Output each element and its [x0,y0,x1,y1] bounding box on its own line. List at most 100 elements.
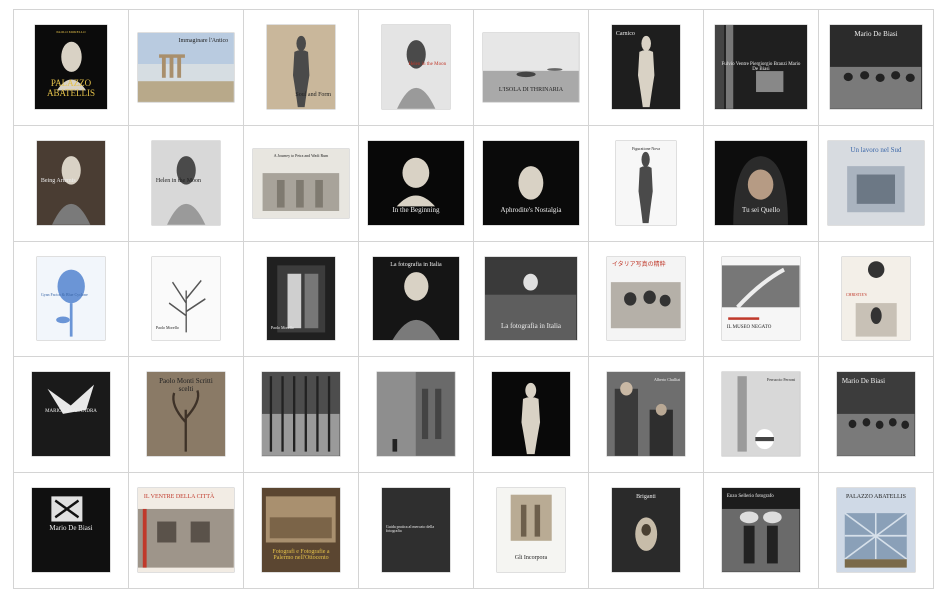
book-cover[interactable]: Mario De Biasi [32,488,110,572]
book-cover[interactable]: In the Beginning [368,140,464,225]
book-cell-b23[interactable]: IL MUSEO NEGATO [704,241,819,358]
book-cell-b02[interactable]: Immaginare l'Antico [129,10,244,126]
book-cover[interactable]: Soul and Form [266,24,336,109]
book-cell-b26[interactable]: Paolo Monti Scritti scelti [129,357,244,474]
book-cell-b19[interactable]: Paolo Morello [244,241,359,358]
book-title: Carnico [615,30,635,37]
book-cover[interactable]: Briganti [611,488,681,572]
book-cell-b38[interactable]: Briganti [589,473,704,589]
rock-temple-icon [253,149,349,218]
book-cover[interactable]: Enzo Sellerio fotografo [722,488,800,572]
book-cell-b33[interactable]: Mario De Biasi [14,473,129,589]
book-title: Gyan Factor & Blue Cyclone [40,292,88,298]
book-cell-b40[interactable]: PALAZZO ABATELLIS [819,473,934,589]
book-cell-b06[interactable]: Carnico [589,10,704,126]
book-cell-b10[interactable]: Helen in the Moon [129,125,244,242]
forest-reflection-icon [262,372,340,457]
book-cell-b04[interactable]: Helen in the Moon [359,10,474,126]
book-cell-b01[interactable]: PAOLO MORELLO PALAZZO ABATELLIS [14,10,129,126]
book-cell-b20[interactable]: La fotografia in Italia [359,241,474,358]
book-cover[interactable]: Mario De Biasi [837,372,915,457]
book-cover[interactable]: イタリア写真の精粋 [607,256,685,341]
book-cell-b13[interactable]: Aphrodite's Nostalgia [474,125,589,242]
book-title: Figuratione Nova [631,145,661,151]
oval-portrait-icon [612,488,680,572]
book-cell-b17[interactable]: Gyan Factor & Blue Cyclone [14,241,129,358]
book-cover[interactable]: Figuratione Nova [616,140,676,225]
book-cover[interactable]: Ferruccio Ferroni [722,372,800,457]
book-cell-b22[interactable]: イタリア写真の精粋 [589,241,704,358]
book-cover[interactable]: La fotografia in Italia [485,256,577,341]
book-cell-b36[interactable]: Guida pratica al mercato della fotografi… [359,473,474,589]
book-cell-b07[interactable]: Fulvio Ventre Piergiorgio Branzi Mario D… [704,10,819,126]
book-cover[interactable] [377,372,455,457]
child-portrait-icon [842,257,910,341]
book-cell-b30[interactable]: Alberto Chulliat [589,357,704,474]
book-cover[interactable]: Gyan Factor & Blue Cyclone [36,256,106,341]
book-cover[interactable]: Aphrodite's Nostalgia [483,140,579,225]
book-cell-b27[interactable] [244,357,359,474]
book-cover[interactable]: PAOLO MORELLO PALAZZO ABATELLIS [34,24,108,109]
book-cover[interactable]: Helen in the Moon [151,140,221,225]
book-cover[interactable]: Gli Incorpora [496,488,566,572]
book-cell-b24[interactable]: CHRISTIE'S [819,241,934,358]
book-cover[interactable]: A Journey to Petra and Wadi Rum [253,148,349,218]
book-cell-b14[interactable]: Figuratione Nova [589,125,704,242]
book-cover[interactable]: Un lavoro nel Sud [828,140,924,225]
book-cell-b37[interactable]: Gli Incorpora [474,473,589,589]
book-cell-b05[interactable]: L'ISOLA DI THRINARIA [474,10,589,126]
book-cell-b09[interactable]: Being Artemis [14,125,129,242]
book-cell-b15[interactable]: Tu sei Quello [704,125,819,242]
book-cell-b31[interactable]: Ferruccio Ferroni [704,357,819,474]
street-arcade-icon [377,372,455,457]
book-cell-b29[interactable] [474,357,589,474]
book-cell-b25[interactable]: MARIO LASALANDRA [14,357,129,474]
book-cover[interactable]: PALAZZO ABATELLIS [837,488,915,572]
book-title: Paolo Morello [270,324,294,330]
book-cover[interactable]: Alberto Chulliat [607,372,685,457]
book-cover[interactable]: IL VENTRE DELLA CITTÀ [138,488,234,572]
book-cover[interactable] [492,372,570,457]
book-cover-grid: PAOLO MORELLO PALAZZO ABATELLIS Immaginare… [13,9,934,589]
book-cover[interactable]: Immaginare l'Antico [138,32,234,102]
book-cell-b16[interactable]: Un lavoro nel Sud [819,125,934,242]
book-cell-b08[interactable]: Mario De Biasi [819,10,934,126]
book-cell-b34[interactable]: IL VENTRE DELLA CITTÀ [129,473,244,589]
book-cover[interactable]: CHRISTIE'S [841,256,911,341]
book-title: Helen in the Moon [408,61,447,67]
book-cover[interactable]: Being Artemis [36,140,106,225]
book-cover[interactable]: Guida pratica al mercato della fotografi… [381,488,451,572]
book-cell-b11[interactable]: A Journey to Petra and Wadi Rum [244,125,359,242]
book-cover[interactable]: IL MUSEO NEGATO [722,256,800,341]
book-title: Mario De Biasi [49,523,93,532]
book-cover[interactable]: Tu sei Quello [715,140,807,225]
book-title: MARIO LASALANDRA [45,409,97,415]
old-street-icon [138,488,234,572]
book-cell-b39[interactable]: Enzo Sellerio fotografo [704,473,819,589]
book-cell-b32[interactable]: Mario De Biasi [819,357,934,474]
book-title: Fulvio Ventre Piergiorgio Branzi Mario D… [721,61,801,73]
book-cell-b28[interactable] [359,357,474,474]
book-cell-b18[interactable]: Paolo Morello [129,241,244,358]
book-cover[interactable]: Mario De Biasi [830,24,922,109]
book-cover[interactable] [262,372,340,457]
book-cover[interactable]: L'ISOLA DI THRINARIA [483,32,579,102]
book-title: Enzo Sellerio fotografo [726,493,774,499]
beach-ball-icon [722,372,800,457]
book-cell-b12[interactable]: In the Beginning [359,125,474,242]
book-title: Mario De Biasi [841,377,886,386]
book-cover[interactable]: MARIO LASALANDRA [32,372,110,457]
book-cover[interactable]: Carnico [611,24,681,109]
book-cell-b35[interactable]: Fotografi e Fotografie a Palermo nell'Ot… [244,473,359,589]
book-cover[interactable]: Fulvio Ventre Piergiorgio Branzi Mario D… [715,24,807,109]
book-cell-b03[interactable]: Soul and Form [244,10,359,126]
book-cover[interactable]: Paolo Monti Scritti scelti [147,372,225,457]
book-cover[interactable]: Paolo Morello [266,256,336,341]
book-title: Tu sei Quello [742,205,780,214]
book-cell-b21[interactable]: La fotografia in Italia [474,241,589,358]
book-cover[interactable]: Paolo Morello [151,256,221,341]
book-cover[interactable]: La fotografia in Italia [372,256,460,341]
book-cover[interactable]: Helen in the Moon [381,24,451,109]
book-cover[interactable]: Fotografi e Fotografie a Palermo nell'Ot… [262,488,340,572]
book-title: Alberto Chulliat [654,377,681,383]
